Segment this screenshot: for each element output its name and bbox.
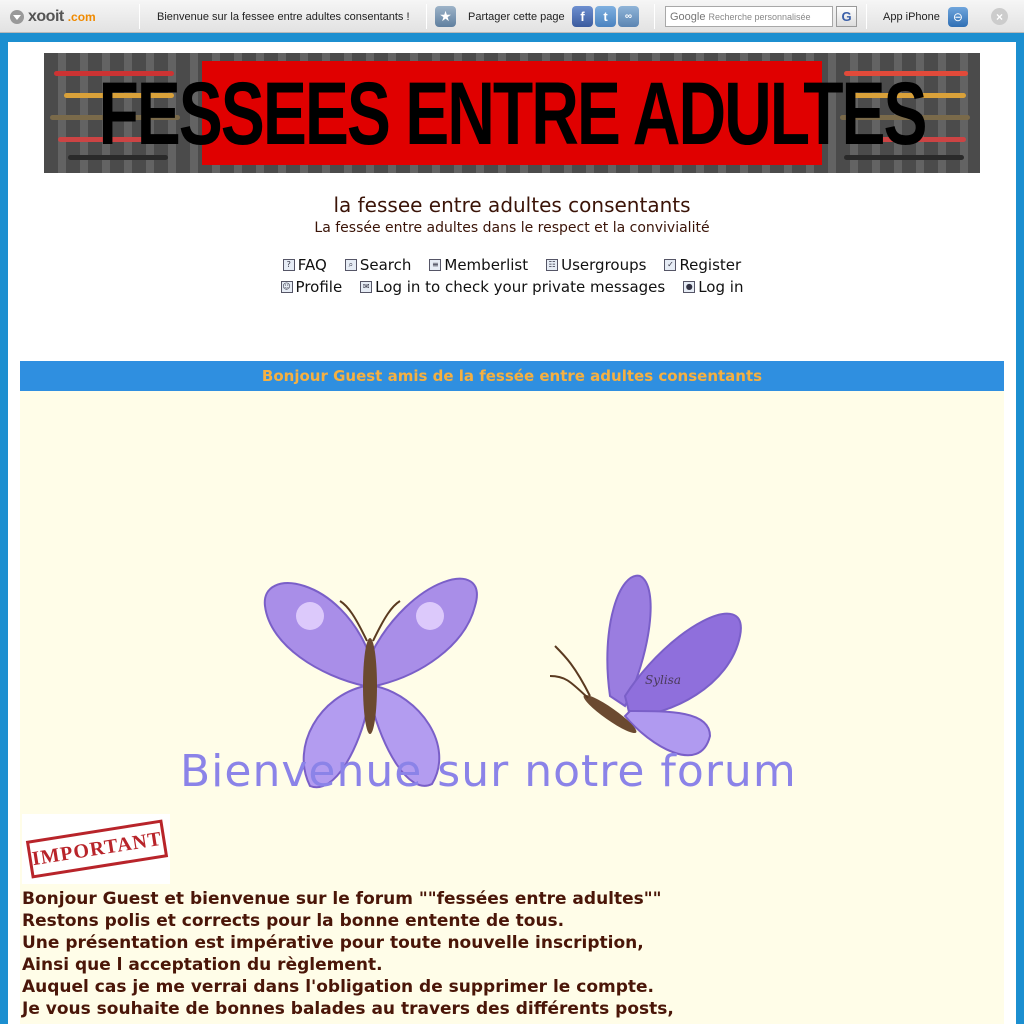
dropdown-arrow-icon[interactable] [10,9,24,24]
banner-title-box: FESSEES ENTRE ADULTES [98,61,928,165]
profile-icon: ☺ [280,281,293,293]
register-icon: ✓ [664,259,677,271]
site-title: la fessee entre adultes consentants [333,193,691,217]
nav-memberlist[interactable]: ≡ Memberlist [429,256,528,274]
nav-faq-label: FAQ [297,256,327,274]
forum-banner[interactable]: FESSEES ENTRE ADULTES [44,53,980,173]
close-toolbar[interactable]: × [991,0,1008,33]
toolbar-divider [654,4,655,29]
share-buttons: f t ∞ [572,0,641,33]
nav-usergroups[interactable]: ☷ Usergroups [546,256,646,274]
xooit-logo[interactable]: xooit .com [10,0,96,33]
toolbar-divider [426,4,427,29]
art-signature: Sylisa [645,673,681,687]
banner-title: FESSEES ENTRE ADULTES [98,63,927,163]
google-search: Google Recherche personnalisée G [665,0,857,33]
nav-private-messages[interactable]: ✉ Log in to check your private messages [360,278,665,296]
search-input[interactable]: Google Recherche personnalisée [665,6,833,27]
welcome-message: Sylisa Bienvenue sur notre forum IMPORTA… [20,391,1004,1024]
welcome-art-text: Bienvenue sur notre forum [180,746,797,797]
secondary-nav: ☺ Profile ✉ Log in to check your private m… [8,278,1016,296]
search-icon: ⌕ [344,259,357,271]
toolbar-divider [139,4,140,29]
share-other-icon[interactable]: ∞ [618,6,639,27]
nav-profile[interactable]: ☺ Profile [280,278,343,296]
nav-register-label: Register [679,256,742,274]
message-line: Ainsi que l acceptation du règlement. [22,955,383,975]
favorite-button[interactable]: ★ [435,0,456,33]
nav-faq[interactable]: ? FAQ [282,256,327,274]
nav-memberlist-label: Memberlist [444,256,529,274]
faq-icon: ? [282,259,295,271]
messages-icon: ✉ [360,281,373,293]
toolbar-page-title: Bienvenue sur la fessee entre adultes co… [157,10,410,23]
nav-search[interactable]: ⌕ Search [344,256,412,274]
xooit-toolbar: xooit .com Bienvenue sur la fessee entre … [0,0,1024,33]
iphone-app-icon[interactable]: ⊖ [947,6,968,27]
important-stamp: IMPORTANT [22,814,170,884]
facebook-icon[interactable]: f [572,6,593,27]
message-line: Une présentation est impérative pour tou… [22,933,644,953]
twitter-icon[interactable]: t [595,6,616,27]
login-icon: ● [683,281,696,293]
share-label: Partager cette page [468,10,565,23]
nav-register[interactable]: ✓ Register [664,256,741,274]
message-line: Je vous souhaite de bonnes balades au tr… [22,999,674,1019]
memberlist-icon: ≡ [429,259,442,271]
logo-tld: .com [67,9,96,24]
site-description: La fessée entre adultes dans le respect … [314,220,710,236]
nav-login[interactable]: ● Log in [683,278,743,296]
stamp-frame: IMPORTANT [25,819,169,879]
main-nav: ? FAQ ⌕ Search ≡ Memberlist ☷ Usergroups ✓ Re… [8,256,1016,274]
butterfly-right: Sylisa [549,574,742,757]
nav-search-label: Search [359,256,412,274]
message-line: Bonjour Guest et bienvenue sur le forum … [22,889,662,909]
forum-page: FESSEES ENTRE ADULTES la fessee entre ad… [8,42,1016,1024]
close-icon[interactable]: × [991,8,1008,25]
nav-login-label: Log in [698,278,744,296]
search-placeholder: Recherche personnalisée [708,11,811,22]
welcome-header: Bonjour Guest amis de la fessée entre ad… [20,361,1004,391]
toolbar-divider [866,4,867,29]
search-button[interactable]: G [836,6,857,27]
message-line: Auquel cas je me verrai dans l'obligatio… [22,977,654,997]
nav-private-messages-label: Log in to check your private messages [375,278,666,296]
stamp-text: IMPORTANT [30,827,164,870]
logo-name: xooit [28,7,64,25]
nav-profile-label: Profile [295,278,343,296]
message-line: Restons polis et corrects pour la bonne … [22,911,565,931]
message-text: Bonjour Guest et bienvenue sur le forum … [22,888,1002,1020]
star-icon: ★ [435,6,456,27]
app-iphone-link[interactable]: App iPhone ⊖ [883,0,968,33]
google-brand: Google [670,10,706,23]
nav-usergroups-label: Usergroups [561,256,647,274]
usergroups-icon: ☷ [546,259,559,271]
app-iphone-label: App iPhone [883,10,940,23]
